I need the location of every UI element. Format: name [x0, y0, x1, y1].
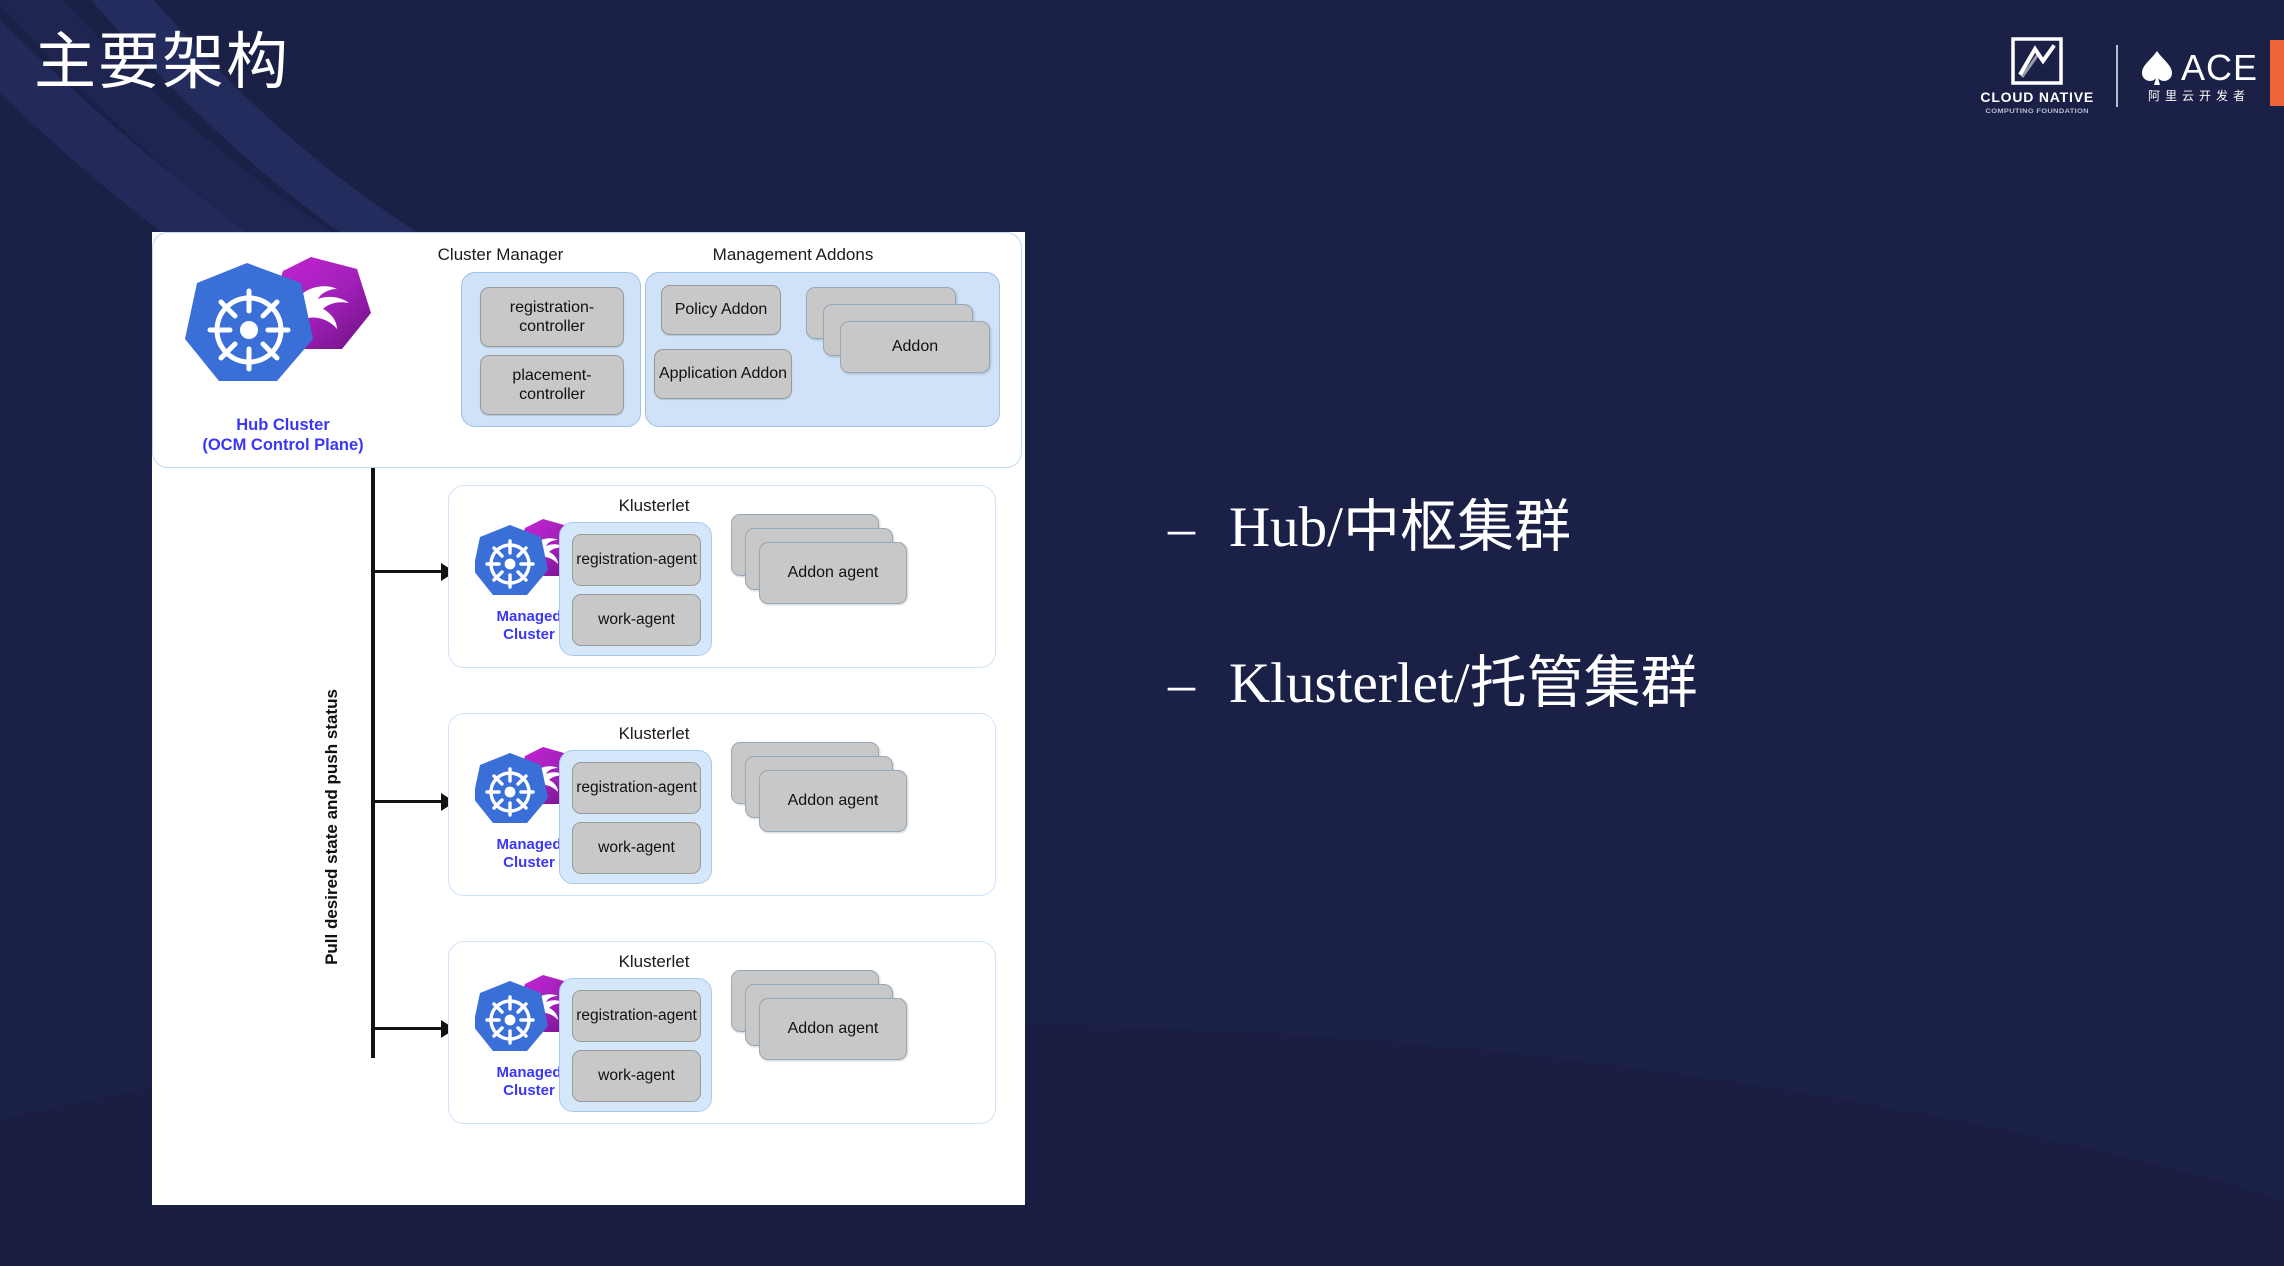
accent-tab: [2270, 40, 2284, 106]
cluster-manager-title: Cluster Manager: [437, 245, 564, 264]
klusterlet-box-2: registration-agent work-agent: [559, 750, 712, 884]
architecture-diagram: Hub Cluster (OCM Control Plane) Cluster …: [152, 232, 1025, 1205]
hub-cluster-logos-icon: [185, 257, 371, 381]
registration-agent-chip-3: registration-agent: [572, 990, 701, 1042]
klusterlet-title-1: Klusterlet: [618, 496, 690, 515]
policy-addon-chip: Policy Addon: [661, 285, 781, 335]
addon-agent-card-front-3: Addon agent: [759, 998, 907, 1060]
klusterlet-title-3: Klusterlet: [618, 952, 690, 971]
work-agent-chip-3: work-agent: [572, 1050, 701, 1102]
cncf-logo-subtext: COMPUTING FOUNDATION: [1985, 106, 2089, 115]
placement-controller-chip: placement- controller: [480, 355, 624, 415]
connector-arrow-line-1: [371, 563, 455, 581]
cluster-manager-box: registration- controller placement- cont…: [461, 272, 641, 427]
managed-cluster-2: Managed Cluster Klusterlet registration-…: [448, 713, 996, 896]
registration-agent-chip-1: registration-agent: [572, 534, 701, 586]
ace-logo-top: ACE: [2140, 50, 2258, 86]
addon-agent-stack-1: Addon agent: [731, 514, 921, 626]
ace-logo-subtitle: 阿里云开发者: [2147, 89, 2250, 103]
bullet-text-2: Klusterlet/托管集群: [1229, 651, 1698, 715]
bullet-item-1: – Hub/中枢集群: [1168, 498, 1698, 558]
hub-cluster-label-line2: (OCM Control Plane): [202, 436, 364, 455]
addon-card-stack: Addon: [806, 287, 996, 402]
hub-cluster-box: Hub Cluster (OCM Control Plane) Cluster …: [152, 232, 1022, 468]
cncf-logo-text: CLOUD NATIVE: [1980, 89, 2094, 106]
registration-controller-line1: registration-: [509, 298, 595, 316]
hub-cluster-label: Hub Cluster (OCM Control Plane): [158, 415, 408, 455]
klusterlet-box-1: registration-agent work-agent: [559, 522, 712, 656]
connector-arrow-line-3: [371, 1020, 455, 1038]
hub-to-clusters-connector: [371, 468, 375, 1058]
management-addons-box: Policy Addon Application Addon Addon: [645, 272, 1000, 427]
placement-controller-line2: controller: [519, 386, 585, 403]
spade-icon: [2141, 51, 2172, 85]
addon-agent-stack-2: Addon agent: [731, 742, 921, 854]
bullet-dash-2: –: [1168, 653, 1195, 714]
cncf-logo: CLOUD NATIVE COMPUTING FOUNDATION: [1980, 37, 2094, 115]
connector-arrow-line-2: [371, 793, 455, 811]
managed-cluster-3: Managed Cluster Klusterlet registration-…: [448, 941, 996, 1124]
bullet-item-2: – Klusterlet/托管集群: [1168, 651, 1698, 715]
bullet-dash-1: –: [1168, 498, 1195, 558]
work-agent-chip-1: work-agent: [572, 594, 701, 646]
addon-agent-stack-3: Addon agent: [731, 970, 921, 1082]
registration-controller-line2: controller: [519, 318, 585, 335]
registration-agent-chip-2: registration-agent: [572, 762, 701, 814]
work-agent-chip-2: work-agent: [572, 822, 701, 874]
connector-label: Pull desired state and push status: [322, 689, 341, 965]
addon-agent-card-front-2: Addon agent: [759, 770, 907, 832]
ace-wordmark: ACE: [2180, 47, 2258, 88]
addon-card-front: Addon: [840, 321, 990, 373]
cncf-mark-icon: [2011, 37, 2063, 85]
hub-cluster-label-line1: Hub Cluster: [236, 416, 330, 434]
placement-controller-line1: placement-: [512, 366, 592, 384]
logo-bar: CLOUD NATIVE COMPUTING FOUNDATION ACE 阿里…: [1980, 37, 2258, 115]
management-addons-title: Management Addons: [712, 245, 874, 264]
addon-agent-card-front-1: Addon agent: [759, 542, 907, 604]
klusterlet-title-2: Klusterlet: [618, 724, 690, 743]
page-title: 主要架构: [34, 28, 291, 97]
klusterlet-box-3: registration-agent work-agent: [559, 978, 712, 1112]
application-addon-chip: Application Addon: [654, 349, 792, 399]
bullet-list: – Hub/中枢集群 – Klusterlet/托管集群: [1168, 498, 1698, 714]
bullet-text-1: Hub/中枢集群: [1229, 496, 1571, 559]
ace-logo: ACE 阿里云开发者: [2140, 50, 2258, 102]
managed-cluster-1: Managed Cluster Klusterlet registration-…: [448, 485, 996, 668]
registration-controller-chip: registration- controller: [480, 287, 624, 347]
logo-divider: [2115, 45, 2118, 107]
